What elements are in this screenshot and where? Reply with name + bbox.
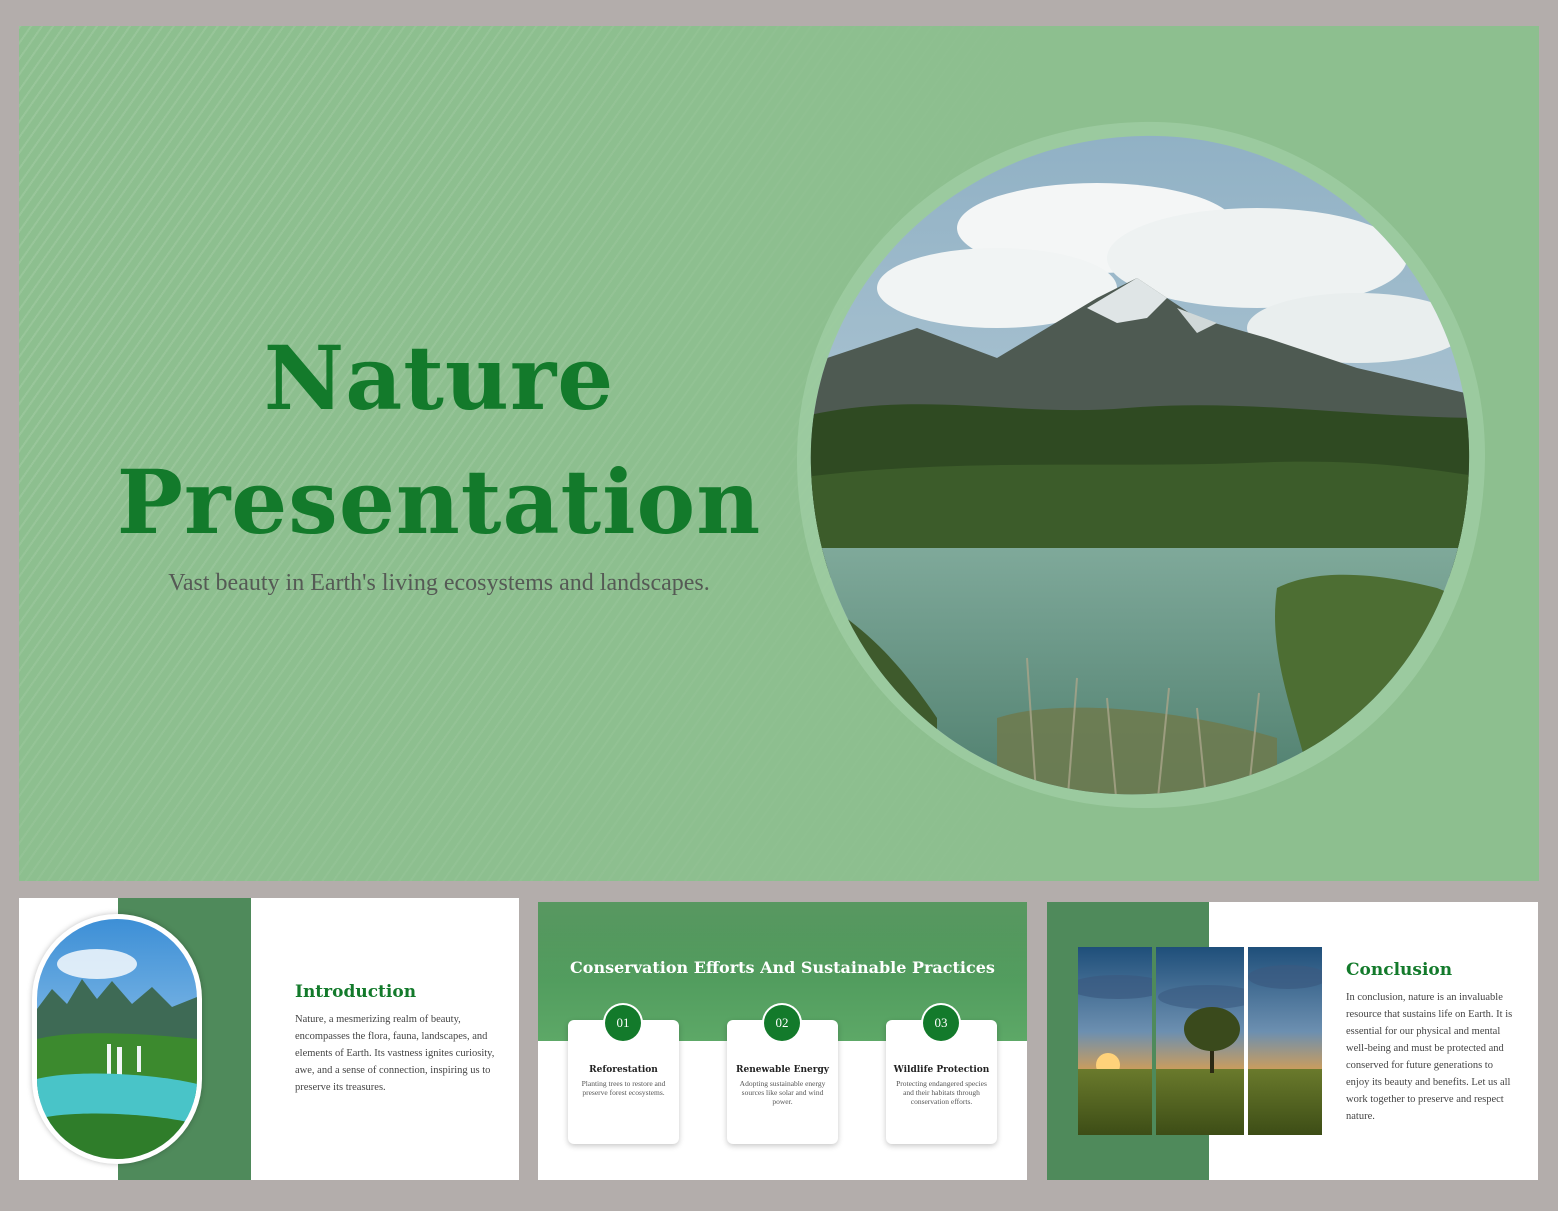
card-number: 03 bbox=[923, 1005, 959, 1041]
triptych-photo bbox=[1078, 947, 1322, 1135]
conclusion-body: In conclusion, nature is an invaluable r… bbox=[1346, 992, 1513, 1122]
card-body: Adopting sustainable energy sources like… bbox=[739, 1079, 826, 1106]
waterfall-valley-photo bbox=[32, 914, 202, 1164]
card-title: Reforestation bbox=[589, 1065, 658, 1075]
conservation-slide[interactable]: Conservation Efforts And Sustainable Pra… bbox=[538, 902, 1027, 1180]
slide-title: Nature Presentation bbox=[89, 316, 789, 564]
card-number: 02 bbox=[764, 1005, 800, 1041]
conservation-heading: Conservation Efforts And Sustainable Pra… bbox=[570, 958, 995, 977]
intro-heading: Introduction bbox=[295, 982, 417, 1002]
card-body: Protecting endangered species and their … bbox=[896, 1079, 987, 1106]
card-number: 01 bbox=[605, 1005, 641, 1041]
title-slide[interactable]: Nature Presentation Vast beauty in Earth… bbox=[19, 26, 1539, 881]
circle-photo-frame bbox=[796, 121, 1486, 809]
slide-subtitle: Vast beauty in Earth's living ecosystems… bbox=[168, 570, 710, 596]
pill-photo bbox=[37, 919, 197, 1159]
title-line-2: Presentation bbox=[116, 450, 762, 554]
conclusion-heading: Conclusion bbox=[1346, 960, 1453, 980]
sunset-tree-photo bbox=[1078, 947, 1322, 1135]
card-body: Planting trees to restore and preserve f… bbox=[581, 1079, 666, 1097]
card-title: Renewable Energy bbox=[735, 1065, 830, 1075]
card-wildlife-protection[interactable]: 03 Wildlife Protection Protecting endang… bbox=[886, 1005, 997, 1144]
card-renewable-energy[interactable]: 02 Renewable Energy Adopting sustainable… bbox=[727, 1005, 838, 1144]
card-title: Wildlife Protection bbox=[893, 1065, 990, 1075]
intro-body: Nature, a mesmerizing realm of beauty, e… bbox=[295, 1014, 495, 1093]
introduction-slide[interactable]: Introduction Nature, a mesmerizing realm… bbox=[19, 898, 519, 1180]
title-line-1: Nature bbox=[263, 326, 615, 430]
card-reforestation[interactable]: 01 Reforestation Planting trees to resto… bbox=[568, 1005, 679, 1144]
mountain-lake-photo bbox=[796, 118, 1487, 809]
conclusion-slide[interactable]: Conclusion In conclusion, nature is an i… bbox=[1047, 902, 1538, 1180]
